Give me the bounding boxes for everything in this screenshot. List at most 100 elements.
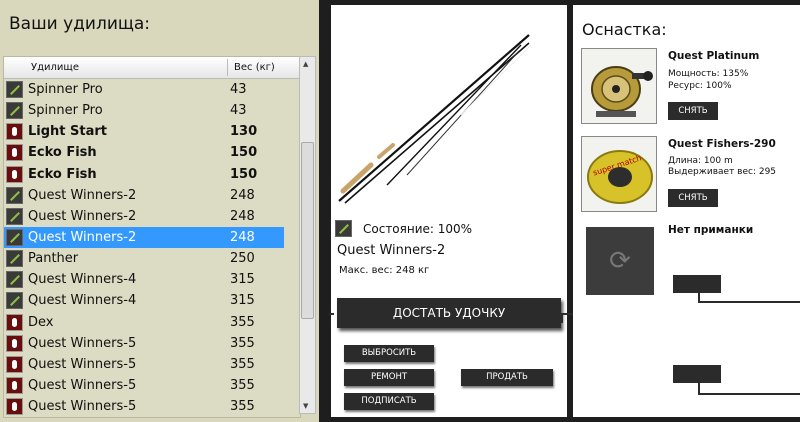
reel-image bbox=[581, 48, 657, 124]
rod-icon bbox=[6, 228, 23, 246]
rod-list-row[interactable]: Quest Winners-4 315 bbox=[4, 269, 300, 290]
lure-name: Нет приманки bbox=[668, 224, 754, 236]
remove-line-button[interactable]: СНЯТЬ bbox=[668, 189, 718, 207]
rod-icon bbox=[335, 220, 352, 237]
rod-list-row[interactable]: Ecko Fish 150 bbox=[4, 164, 300, 185]
rod-list-row-name: Dex bbox=[28, 314, 54, 330]
rod-list-row-name: Quest Winners-2 bbox=[28, 187, 137, 203]
empty-slot[interactable] bbox=[673, 275, 721, 293]
rod-name: Quest Winners-2 bbox=[337, 243, 446, 258]
rod-list-row[interactable]: Spinner Pro 43 bbox=[4, 100, 300, 121]
lure-icon bbox=[6, 123, 23, 141]
remove-reel-button[interactable]: СНЯТЬ bbox=[668, 102, 718, 120]
rod-list-row-name: Quest Winners-5 bbox=[28, 335, 137, 351]
lure-icon bbox=[6, 313, 23, 331]
reel-name: Quest Platinum bbox=[668, 50, 760, 62]
rods-panel: Ваши удилища: Удилище Вес (кг) Spinner P… bbox=[0, 0, 319, 422]
rod-list-row[interactable]: Quest Winners-5 355 bbox=[4, 396, 300, 417]
rod-list-row-weight: 355 bbox=[230, 399, 255, 415]
rod-list-row[interactable]: Quest Winners-4 315 bbox=[4, 290, 300, 311]
rod-max-weight: Макс. вес: 248 кг bbox=[339, 265, 430, 276]
rod-list-row[interactable]: Quest Winners-2 248 bbox=[4, 185, 300, 206]
rod-list-row-name: Ecko Fish bbox=[28, 145, 97, 161]
rod-list-row-weight: 248 bbox=[230, 229, 255, 245]
line-name: Quest Fishers-290 bbox=[668, 138, 776, 150]
rod-list-row-name: Quest Winners-5 bbox=[28, 356, 137, 372]
rod-list-row-name: Quest Winners-5 bbox=[28, 377, 137, 393]
rod-list-row[interactable]: Spinner Pro 43 bbox=[4, 79, 300, 100]
rod-list-row-weight: 150 bbox=[230, 145, 258, 161]
rod-list-row-weight: 248 bbox=[230, 187, 255, 203]
connector-line bbox=[698, 301, 800, 303]
rod-list-row-weight: 43 bbox=[230, 103, 247, 119]
tackle-panel-title: Оснастка: bbox=[582, 20, 667, 39]
rod-list-row[interactable]: Dex 355 bbox=[4, 312, 300, 333]
rod-list-row-weight: 355 bbox=[230, 356, 255, 372]
rods-panel-title: Ваши удилища: bbox=[9, 14, 151, 34]
lure-icon bbox=[6, 376, 23, 394]
rod-list-row[interactable]: Quest Winners-2 248 bbox=[4, 206, 300, 227]
rod-list-row-weight: 315 bbox=[230, 272, 255, 288]
scrollbar-thumb[interactable] bbox=[301, 142, 314, 319]
rod-list-row-weight: 355 bbox=[230, 314, 255, 330]
rod-list-row[interactable]: Ecko Fish 150 bbox=[4, 142, 300, 163]
fishing-rod-image bbox=[338, 34, 531, 204]
rod-details-panel: Состояние: 100% Quest Winners-2 Макс. ве… bbox=[331, 5, 567, 417]
lure-slot[interactable]: ⟳ bbox=[586, 227, 654, 295]
throw-away-button[interactable]: ВЫБРОСИТЬ bbox=[344, 345, 434, 362]
rod-icon bbox=[6, 271, 23, 289]
rod-list-row-weight: 43 bbox=[230, 82, 247, 97]
sign-button[interactable]: ПОДПИСАТЬ bbox=[344, 393, 434, 410]
lure-icon bbox=[6, 144, 23, 162]
scroll-up-arrow-icon[interactable]: ▲ bbox=[303, 60, 308, 68]
rod-list-row-weight: 150 bbox=[230, 166, 258, 182]
rod-icon bbox=[6, 207, 23, 225]
rod-icon bbox=[6, 81, 23, 98]
rod-list-row[interactable]: Panther 250 bbox=[4, 248, 300, 269]
repair-button[interactable]: РЕМОНТ bbox=[344, 369, 434, 386]
empty-slot[interactable] bbox=[673, 365, 721, 383]
rod-list-row-weight: 355 bbox=[230, 377, 255, 393]
rod-list-row[interactable]: Quest Winners-5 355 bbox=[4, 375, 300, 396]
lure-icon bbox=[6, 398, 23, 416]
rod-list-row-weight: 315 bbox=[230, 293, 255, 309]
lure-icon bbox=[6, 165, 23, 183]
scroll-down-arrow-icon[interactable]: ▼ bbox=[303, 402, 308, 410]
rods-list[interactable]: Удилище Вес (кг) Spinner Pro 43 Spinner Pr… bbox=[3, 56, 301, 418]
rod-list-row-name: Quest Winners-5 bbox=[28, 399, 137, 415]
take-rod-button[interactable]: ДОСТАТЬ УДОЧКУ bbox=[337, 298, 561, 328]
rods-list-rows: Spinner Pro 43 Spinner Pro 43 Light Start 130… bbox=[4, 79, 300, 417]
rod-list-row-weight: 248 bbox=[230, 208, 255, 224]
rods-list-header: Удилище Вес (кг) bbox=[4, 57, 300, 79]
swap-arrows-icon: ⟳ bbox=[609, 246, 631, 276]
rod-list-row-weight: 130 bbox=[230, 124, 258, 140]
column-divider bbox=[227, 59, 228, 76]
column-header-weight[interactable]: Вес (кг) bbox=[234, 62, 275, 73]
rods-list-scrollbar[interactable]: ▲ ▼ bbox=[299, 56, 316, 414]
connector-line bbox=[329, 313, 334, 315]
rod-icon bbox=[6, 186, 23, 204]
connector-line bbox=[698, 393, 800, 395]
rod-list-row[interactable]: Quest Winners-2 248 bbox=[4, 226, 284, 249]
rod-list-row-name: Quest Winners-4 bbox=[28, 272, 137, 288]
rod-list-row-name: Ecko Fish bbox=[28, 166, 97, 182]
fishing-line-image: super match bbox=[581, 136, 657, 212]
rod-list-row[interactable]: Quest Winners-5 355 bbox=[4, 333, 300, 354]
rod-list-row[interactable]: Quest Winners-5 355 bbox=[4, 354, 300, 375]
rod-list-row-name: Quest Winners-2 bbox=[28, 229, 137, 245]
connector-line bbox=[561, 313, 563, 323]
sell-button[interactable]: ПРОДАТЬ bbox=[461, 369, 553, 386]
line-holds-weight: Выдерживает вес: 295 bbox=[668, 167, 777, 177]
line-length: Длина: 100 m bbox=[668, 156, 733, 166]
column-header-name[interactable]: Удилище bbox=[31, 62, 79, 73]
rod-list-row-weight: 250 bbox=[230, 251, 255, 267]
rod-icon bbox=[6, 250, 23, 268]
lure-icon bbox=[6, 334, 23, 352]
rod-list-row-name: Quest Winners-2 bbox=[28, 208, 137, 224]
rod-list-row[interactable]: Light Start 130 bbox=[4, 121, 300, 142]
lure-icon bbox=[6, 355, 23, 373]
rod-list-row-name: Quest Winners-4 bbox=[28, 293, 137, 309]
rod-list-row-name: Panther bbox=[28, 251, 79, 267]
rod-list-row-name: Light Start bbox=[28, 124, 108, 140]
rod-state: Состояние: 100% bbox=[363, 222, 473, 236]
